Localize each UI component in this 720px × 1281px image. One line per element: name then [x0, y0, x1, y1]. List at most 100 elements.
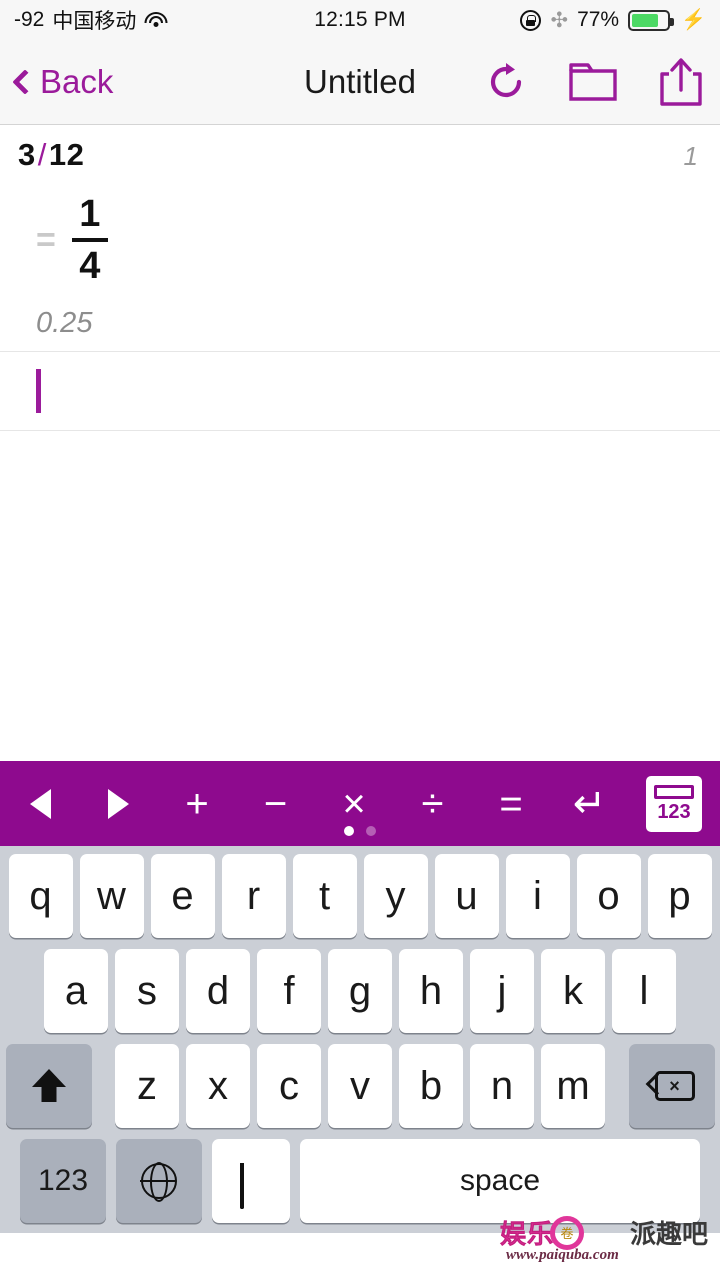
line-number: 1	[683, 141, 698, 171]
status-bar: -92 中国移动 12:15 PM ✣ 77% ⚡	[0, 0, 720, 40]
return-icon: ↵	[572, 781, 607, 826]
shift-key[interactable]	[5, 1044, 92, 1128]
back-button[interactable]: Back	[12, 63, 114, 101]
key-d[interactable]: d	[186, 949, 250, 1033]
numeric-mode-key[interactable]: 123	[20, 1139, 106, 1223]
wifi-icon	[144, 11, 168, 29]
key-i[interactable]: i	[505, 854, 570, 938]
cursor-left-button[interactable]	[18, 774, 62, 834]
equals-icon: =	[499, 781, 523, 826]
expression-operand-right: 12	[48, 137, 85, 172]
key-v[interactable]: v	[328, 1044, 392, 1128]
key-l[interactable]: l	[612, 949, 676, 1033]
multiply-button[interactable]: ×	[332, 774, 376, 834]
battery-icon	[628, 9, 675, 31]
key-n[interactable]: n	[470, 1044, 534, 1128]
folder-icon[interactable]	[568, 61, 618, 103]
math-toolbar: + − × ÷ = ↵ 123	[0, 761, 720, 846]
text-cursor	[36, 369, 41, 413]
rotation-lock-icon	[520, 9, 542, 31]
expression-operator: /	[37, 137, 47, 172]
key-e[interactable]: e	[150, 854, 215, 938]
arrow-left-icon	[29, 788, 51, 819]
key-m[interactable]: m	[541, 1044, 605, 1128]
equals-sign: =	[36, 220, 56, 259]
divide-button[interactable]: ÷	[411, 774, 455, 834]
globe-key[interactable]	[116, 1139, 202, 1223]
key-p[interactable]: p	[647, 854, 712, 938]
key-t[interactable]: t	[292, 854, 357, 938]
key-r[interactable]: r	[221, 854, 286, 938]
keyboard-row-4: 123 space	[0, 1139, 720, 1223]
expression-row[interactable]: 3/12	[18, 125, 702, 185]
equals-button[interactable]: =	[489, 774, 533, 834]
key-j[interactable]: j	[470, 949, 534, 1033]
key-c[interactable]: c	[257, 1044, 321, 1128]
key-x[interactable]: x	[186, 1044, 250, 1128]
key-y[interactable]: y	[363, 854, 428, 938]
calculation-editor[interactable]: 3/12 1 = 1 4 0.25	[0, 125, 720, 761]
key-k[interactable]: k	[541, 949, 605, 1033]
calculator-display-icon	[654, 785, 694, 799]
editor-empty-area[interactable]	[0, 431, 720, 761]
minus-icon: −	[263, 781, 288, 826]
result-fraction: 1 4	[71, 193, 108, 287]
plus-icon: +	[185, 781, 209, 826]
cursor-right-button[interactable]	[97, 774, 141, 834]
battery-percent-text: 77%	[577, 8, 620, 31]
watermark-site-text: www.paiquba.com	[505, 1247, 619, 1263]
microphone-icon	[240, 1163, 262, 1209]
bluetooth-icon: ✣	[550, 8, 569, 32]
status-bar-right: ✣ 77% ⚡	[520, 8, 706, 32]
expression-operand-left: 3	[18, 137, 36, 172]
dictation-key[interactable]	[212, 1139, 290, 1223]
keyboard-row-2: asdfghjkl	[0, 949, 720, 1033]
key-g[interactable]: g	[328, 949, 392, 1033]
keyboard-row-1: qwertyuiop	[0, 854, 720, 938]
active-input-line[interactable]	[0, 352, 720, 431]
decimal-value: 0.25	[36, 306, 93, 339]
fraction-bar	[71, 238, 108, 242]
globe-icon	[141, 1163, 177, 1199]
signal-strength-text: -92	[14, 8, 45, 31]
on-screen-keyboard: qwertyuiop asdfghjkl zxcvbnm × 123 space	[0, 846, 720, 1233]
redo-icon[interactable]	[484, 60, 528, 104]
fraction-numerator: 1	[79, 193, 101, 235]
navigation-actions	[484, 57, 704, 107]
key-u[interactable]: u	[434, 854, 499, 938]
toolbar-page-indicator	[344, 826, 376, 836]
key-q[interactable]: q	[8, 854, 73, 938]
back-button-label: Back	[40, 63, 114, 100]
return-button[interactable]: ↵	[568, 774, 612, 834]
key-a[interactable]: a	[44, 949, 108, 1033]
document-title: Untitled	[304, 63, 416, 100]
empty-expression-row[interactable]	[18, 352, 702, 430]
multiply-icon: ×	[342, 781, 366, 826]
lightning-bolt-icon: ⚡	[681, 9, 706, 31]
numpad-label: 123	[657, 801, 691, 823]
key-o[interactable]: o	[576, 854, 641, 938]
page-dot-1[interactable]	[344, 826, 354, 836]
carrier-name: 中国移动	[52, 10, 137, 33]
key-w[interactable]: w	[79, 854, 144, 938]
key-b[interactable]: b	[399, 1044, 463, 1128]
status-bar-left: -92 中国移动	[14, 5, 168, 35]
backspace-icon: ×	[645, 1069, 695, 1103]
chevron-left-icon	[12, 69, 38, 95]
page-dot-2[interactable]	[366, 826, 376, 836]
calculation-line[interactable]: 3/12 1 = 1 4 0.25	[0, 125, 720, 352]
numpad-toggle-button[interactable]: 123	[646, 775, 702, 832]
space-key[interactable]: space	[300, 1139, 700, 1223]
decimal-row: 0.25	[18, 295, 702, 351]
backspace-key[interactable]: ×	[628, 1044, 715, 1128]
key-z[interactable]: z	[115, 1044, 179, 1128]
share-icon[interactable]	[658, 57, 704, 107]
plus-button[interactable]: +	[175, 774, 219, 834]
arrow-right-icon	[108, 788, 129, 819]
key-f[interactable]: f	[257, 949, 321, 1033]
key-h[interactable]: h	[399, 949, 463, 1033]
expression-text: 3/12	[18, 137, 84, 173]
key-s[interactable]: s	[115, 949, 179, 1033]
minus-button[interactable]: −	[254, 774, 298, 834]
result-row: = 1 4	[18, 185, 702, 295]
